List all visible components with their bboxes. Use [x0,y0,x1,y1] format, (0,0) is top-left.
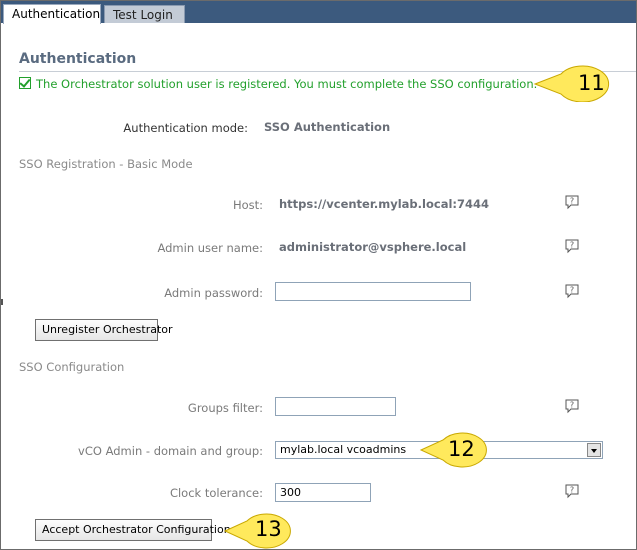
svg-text:?: ? [570,197,574,206]
clock-tolerance-label: Clock tolerance: [169,486,263,500]
host-label: Host: [232,198,263,212]
admin-password-input[interactable] [275,282,471,301]
sso-configuration-heading: SSO Configuration [19,360,125,374]
callout-11-icon [533,65,610,102]
groups-filter-input[interactable] [275,397,396,416]
help-icon[interactable]: ? [564,398,580,414]
auth-mode-label: Authentication mode: [123,121,248,135]
host-value: https://vcenter.mylab.local:7444 [279,197,490,211]
callout-13-number: 13 [255,517,282,541]
help-icon[interactable]: ? [564,283,580,299]
edge-marker [1,299,3,305]
page-title: Authentication [19,51,137,67]
tab-authentication[interactable]: Authentication [3,4,101,24]
help-icon[interactable]: ? [564,238,580,254]
clock-tolerance-input[interactable] [275,483,371,502]
tab-bar: Authentication Test Login [1,1,636,24]
callout-11-number: 11 [578,71,605,95]
sso-registration-heading: SSO Registration - Basic Mode [19,157,193,171]
help-icon[interactable]: ? [564,194,580,210]
help-icon[interactable]: ? [564,483,580,499]
svg-text:?: ? [570,486,574,495]
chevron-down-icon[interactable] [587,443,601,457]
admin-password-label: Admin password: [164,286,263,300]
svg-text:?: ? [570,401,574,410]
check-icon [19,77,31,89]
accept-orchestrator-configuration-button[interactable]: Accept Orchestrator Configuration [35,519,231,541]
groups-filter-label: Groups filter: [187,401,263,415]
svg-text:?: ? [570,286,574,295]
status-message: The Orchestrator solution user is regist… [36,77,538,91]
authentication-panel: Authentication Test Login Authentication… [0,0,637,550]
unregister-orchestrator-button[interactable]: Unregister Orchestrator [35,319,173,341]
admin-user-label: Admin user name: [157,241,263,255]
auth-mode-value: SSO Authentication [264,120,391,134]
vco-admin-label: vCO Admin - domain and group: [78,444,263,458]
status-message-row: The Orchestrator solution user is regist… [19,77,537,91]
tab-test-login[interactable]: Test Login [104,5,185,23]
callout-12-number: 12 [448,437,475,461]
svg-text:?: ? [570,241,574,250]
admin-user-value: administrator@vsphere.local [279,240,467,254]
vco-admin-selected-value: mylab.local vcoadmins [280,443,407,456]
